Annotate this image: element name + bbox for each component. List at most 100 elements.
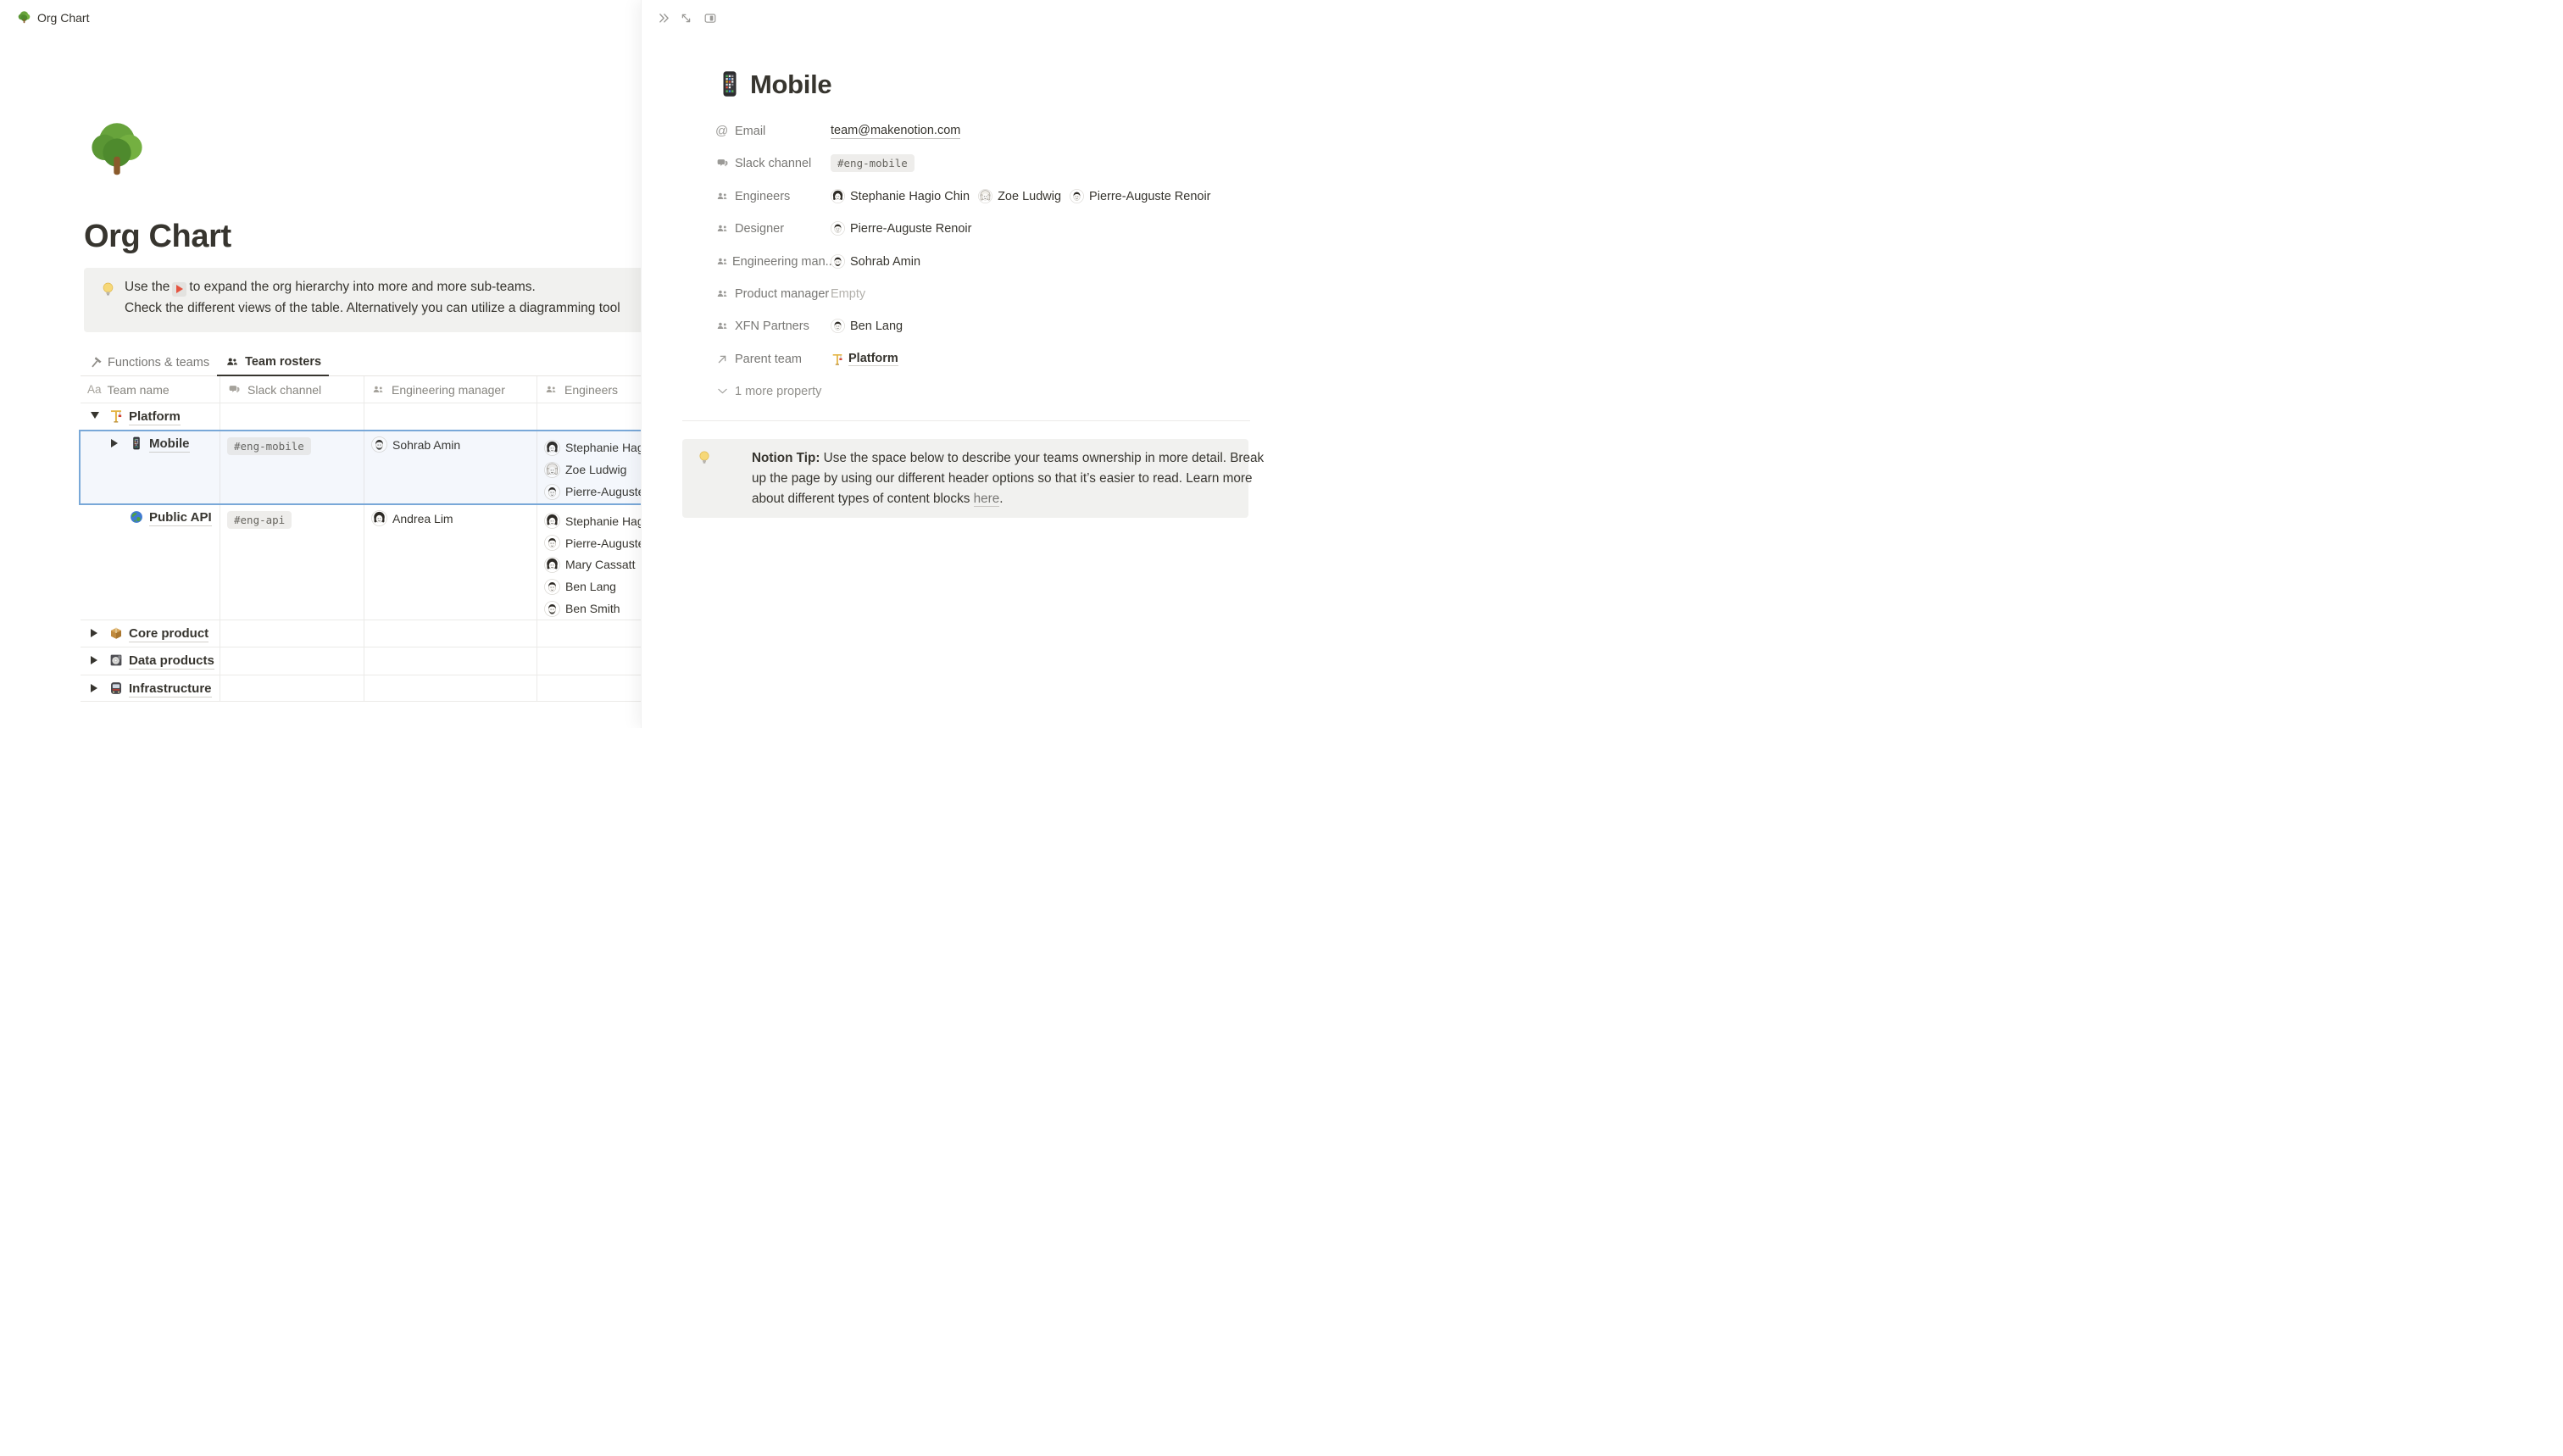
expand-toggle-icon[interactable] <box>111 439 120 447</box>
cell-slack-channel[interactable]: #eng-mobile <box>220 431 364 503</box>
team-name: Platform <box>848 352 898 366</box>
person-name: Zoe Ludwig <box>565 463 626 476</box>
column-header-team-name[interactable]: Aa Team name <box>81 376 220 403</box>
more-properties-row[interactable]: 1 more property <box>642 380 1282 403</box>
people-icon <box>371 382 386 397</box>
people-icon <box>715 189 730 203</box>
collapse-toggle-icon[interactable] <box>91 412 99 419</box>
avatar <box>544 484 560 500</box>
panel-page-title[interactable]: Mobile <box>750 69 831 100</box>
crane-icon <box>108 408 124 424</box>
property-label-engineers[interactable]: Engineers <box>715 189 831 203</box>
here-link[interactable]: here <box>974 492 1000 507</box>
property-row-parent-team: Parent team Platform <box>642 347 1282 370</box>
cell-manager-empty[interactable] <box>364 647 537 675</box>
column-label: Team name <box>108 383 170 397</box>
slack-channel-tag: #eng-api <box>227 511 292 529</box>
toggle-play-icon <box>172 282 186 297</box>
property-row-designer: Designer Pierre-Auguste Renoir <box>642 217 1282 240</box>
cell-manager-empty[interactable] <box>364 675 537 701</box>
person-chip[interactable]: Pierre-Auguste Renoir <box>831 221 971 236</box>
close-peek-chevrons-icon[interactable] <box>657 11 671 25</box>
team-page-link[interactable]: Core product <box>129 625 208 642</box>
person-chip[interactable]: Zoe Ludwig <box>978 189 1061 203</box>
column-header-slack-channel[interactable]: Slack channel <box>220 376 364 403</box>
person-chip[interactable]: Ben Lang <box>831 319 903 333</box>
avatar <box>544 601 560 617</box>
tab-functions-and-teams[interactable]: Functions & teams <box>81 349 217 376</box>
property-row-xfn-partners: XFN Partners Ben Lang <box>642 314 1282 337</box>
people-icon <box>715 221 730 236</box>
parent-team-link[interactable]: Platform <box>831 352 898 366</box>
cell-slack-empty[interactable] <box>220 675 364 701</box>
property-label-email[interactable]: @Email <box>715 125 831 138</box>
avatar <box>1070 189 1084 203</box>
property-label-slack[interactable]: Slack channel <box>715 156 831 170</box>
person-name: Sohrab Amin <box>392 438 460 452</box>
person-chip[interactable]: Stephanie Hagio Chin <box>831 189 970 203</box>
slack-channel-tag[interactable]: #eng-mobile <box>831 154 915 172</box>
property-label-product-manager[interactable]: Product manager <box>715 286 831 301</box>
hammer-icon <box>88 356 103 370</box>
property-label-xfn-partners[interactable]: XFN Partners <box>715 319 831 333</box>
team-page-link[interactable]: Data products <box>129 653 214 670</box>
avatar <box>371 510 387 526</box>
cell-manager-empty[interactable] <box>364 620 537 647</box>
speech-bubbles-icon <box>227 382 242 397</box>
cell-slack-empty[interactable] <box>220 403 364 430</box>
property-label-designer[interactable]: Designer <box>715 221 831 236</box>
property-label-parent-team[interactable]: Parent team <box>715 353 831 366</box>
person-name: Andrea Lim <box>392 512 453 525</box>
cell-engineering-manager[interactable]: Andrea Lim <box>364 504 537 620</box>
person-name: Stephanie Hagio Chin <box>850 190 970 203</box>
expand-toggle-icon[interactable] <box>91 629 99 637</box>
tab-team-rosters[interactable]: Team rosters <box>217 349 329 376</box>
column-header-engineering-manager[interactable]: Engineering manager <box>364 376 537 403</box>
panel-page-icon-phone[interactable] <box>714 69 745 99</box>
tab-label: Team rosters <box>245 355 321 369</box>
metro-icon <box>108 681 124 696</box>
property-row-slack-channel: Slack channel #eng-mobile <box>642 152 1282 175</box>
page-title: Org Chart <box>84 219 231 255</box>
at-icon: @ <box>715 125 732 137</box>
side-peek-mode-icon[interactable] <box>703 11 718 25</box>
expand-toggle-icon[interactable] <box>91 656 99 664</box>
person-name: Mary Cassatt <box>565 558 635 571</box>
cell-slack-empty[interactable] <box>220 620 364 647</box>
text-type-icon: Aa <box>87 383 102 396</box>
person-chip[interactable]: Pierre-Auguste Renoir <box>1070 189 1210 203</box>
people-icon <box>715 286 730 301</box>
tree-icon <box>17 10 31 25</box>
cell-engineering-manager[interactable]: Sohrab Amin <box>364 431 537 503</box>
team-page-link[interactable]: Infrastructure <box>129 681 212 697</box>
team-page-link[interactable]: Public API <box>149 509 212 526</box>
team-page-link[interactable]: Platform <box>129 408 181 425</box>
person-name: Ben Lang <box>565 580 616 593</box>
cell-slack-channel[interactable]: #eng-api <box>220 504 364 620</box>
cell-manager-empty[interactable] <box>364 403 537 430</box>
person-name: Zoe Ludwig <box>998 190 1061 203</box>
side-peek-panel: Mobile @Email team@makenotion.com Slack … <box>641 0 1282 728</box>
column-label: Slack channel <box>247 383 321 397</box>
page-icon-tree[interactable] <box>86 119 148 181</box>
person-name: Ben Lang <box>850 320 903 333</box>
expand-page-icon[interactable] <box>679 11 693 25</box>
property-row-product-manager: Product manager Empty <box>642 282 1282 305</box>
breadcrumb-page-title[interactable]: Org Chart <box>37 11 89 25</box>
team-page-link[interactable]: Mobile <box>149 436 190 453</box>
avatar <box>544 579 560 595</box>
avatar <box>371 436 387 453</box>
person-name: Sohrab Amin <box>850 255 920 269</box>
person-name: Pierre-Auguste Renoir <box>850 222 971 236</box>
email-link[interactable]: team@makenotion.com <box>831 124 960 139</box>
avatar <box>831 254 845 269</box>
empty-value[interactable]: Empty <box>831 287 865 301</box>
breadcrumb[interactable]: Org Chart <box>17 10 89 25</box>
property-label-engineering-manager[interactable]: Engineering man... <box>715 254 831 269</box>
cell-slack-empty[interactable] <box>220 647 364 675</box>
package-icon <box>108 625 124 641</box>
person-chip[interactable]: Sohrab Amin <box>831 254 920 269</box>
expand-toggle-icon[interactable] <box>91 684 99 692</box>
light-bulb-icon <box>696 449 713 466</box>
column-label: Engineers <box>564 383 618 397</box>
